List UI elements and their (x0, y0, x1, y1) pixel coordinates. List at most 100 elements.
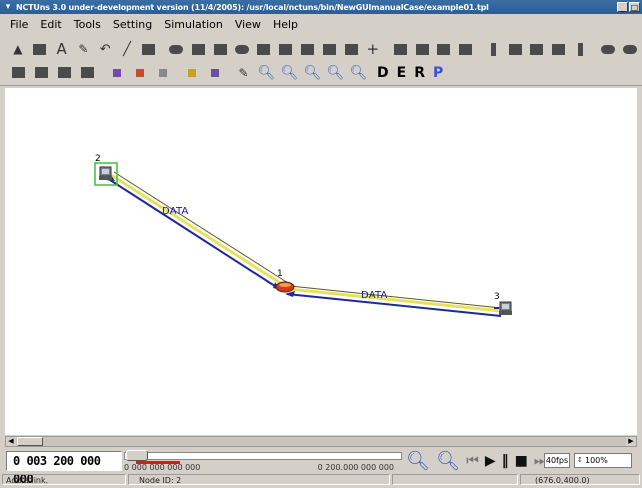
obstacle-icon[interactable] (598, 39, 618, 59)
hub-node-icon[interactable] (139, 39, 159, 59)
router-node-icon[interactable] (188, 39, 208, 59)
draw-mode-button[interactable]: D (377, 65, 389, 81)
optical-node-icon[interactable] (390, 39, 410, 59)
cloud-node-icon[interactable] (620, 39, 640, 59)
bridge-node-icon[interactable] (527, 39, 547, 59)
timeline-start-time: 0 000 000 000 000 (124, 463, 201, 472)
status-message: Add a link. (2, 474, 126, 485)
zoom-field[interactable]: ↕ 100% (574, 453, 632, 468)
open-file-icon[interactable] (31, 63, 52, 83)
horizontal-scrollbar[interactable]: ◀ ▶ (5, 436, 637, 447)
config-icon[interactable] (181, 63, 202, 83)
wizard-icon[interactable] (204, 63, 225, 83)
playback-mode-button[interactable]: P (433, 65, 443, 81)
node-label: 3 (494, 292, 500, 302)
menu-setting[interactable]: Setting (107, 18, 158, 31)
topology-canvas[interactable]: 2 1 3 DATA DATA (5, 88, 637, 435)
zoom-out-icon[interactable]: 🔍︎ (436, 451, 460, 471)
minimize-button[interactable]: _ (617, 2, 628, 12)
edit-mode-button[interactable]: E (397, 65, 407, 81)
window-title: NCTUns 3.0 under-development version (11… (16, 2, 489, 12)
link-label: DATA (162, 206, 189, 217)
zoom-out-icon[interactable]: 🔍︎ (279, 63, 300, 83)
print-icon[interactable] (77, 63, 98, 83)
pause-icon[interactable]: ‖ (502, 454, 509, 468)
menu-bar: File Edit Tools Setting Simulation View … (0, 14, 642, 34)
tower-node-icon[interactable] (483, 39, 503, 59)
switch-node-icon[interactable] (166, 39, 186, 59)
node-1[interactable] (275, 281, 295, 293)
undo-icon[interactable]: ↶ (95, 39, 115, 59)
gateway-node-icon[interactable] (549, 39, 569, 59)
pencil-tool-icon[interactable]: ✎ (73, 39, 93, 59)
ops-node-icon[interactable] (412, 39, 432, 59)
stop-icon[interactable]: ■ (515, 454, 528, 468)
timeline-track[interactable] (124, 452, 402, 460)
node-toolbar: ▲ A ✎ ↶ ╱ + (0, 36, 642, 62)
pole-node-icon[interactable] (571, 39, 591, 59)
zoom-in-icon[interactable]: 🔍︎ (406, 451, 430, 471)
text-tool-icon[interactable]: A (52, 39, 72, 59)
maximize-button[interactable]: □ (629, 2, 640, 12)
zoom-area-icon[interactable]: 🔍︎ (325, 63, 346, 83)
simulation-clock: 0 003 200 000 000 (6, 451, 122, 486)
topology-links (94, 162, 512, 317)
menu-tools[interactable]: Tools (68, 18, 107, 31)
edit-toolbar: ✎ 🔍︎ 🔍︎ 🔍︎ 🔍︎ 🔍︎ D E R P (0, 60, 642, 86)
playback-controls: 0 003 200 000 000 0 000 000 000 000 0 20… (0, 448, 642, 486)
node-label: 1 (277, 269, 283, 279)
zoom-reset-icon[interactable]: 🔍︎ (348, 63, 369, 83)
menu-help[interactable]: Help (267, 18, 304, 31)
gprs-node-icon[interactable] (297, 39, 317, 59)
speed-field[interactable]: 40fps (544, 453, 570, 468)
satellite-node-icon[interactable] (319, 39, 339, 59)
ap-node-icon[interactable] (254, 39, 274, 59)
wlan-node-icon[interactable] (232, 39, 252, 59)
crosshair-node-icon[interactable]: + (363, 39, 383, 59)
zoom-value: 100% (585, 456, 608, 465)
timeline-end-time: 0 200.000 000 000 (317, 463, 394, 472)
scroll-thumb[interactable] (17, 437, 43, 446)
app-window: ▾ NCTUns 3.0 under-development version (… (0, 0, 642, 486)
antenna-node-icon[interactable] (341, 39, 361, 59)
status-node-id: Node ID: 2 (128, 474, 390, 485)
menu-simulation[interactable]: Simulation (158, 18, 229, 31)
scroll-right-icon[interactable]: ▶ (626, 437, 636, 446)
run-mode-button[interactable]: R (414, 65, 425, 81)
menu-edit[interactable]: Edit (34, 18, 67, 31)
cut-icon[interactable] (106, 63, 127, 83)
node-label: 2 (95, 154, 101, 164)
host-node-icon[interactable] (210, 39, 230, 59)
link-1-2[interactable] (106, 171, 289, 291)
zoom-fit-icon[interactable]: 🔍︎ (302, 63, 323, 83)
link-1-3[interactable] (286, 285, 502, 317)
save-file-icon[interactable] (54, 63, 75, 83)
base-station-icon[interactable] (505, 39, 525, 59)
truck-node-icon[interactable] (456, 39, 476, 59)
mobile-node-icon[interactable] (276, 39, 296, 59)
zoom-in-icon[interactable]: 🔍︎ (256, 63, 277, 83)
app-menu-icon[interactable]: ▾ (3, 2, 13, 12)
copy-icon[interactable] (129, 63, 150, 83)
play-icon[interactable]: ▶ (485, 454, 496, 468)
rewind-icon[interactable]: ⏮︎ (466, 454, 479, 468)
status-bar: Add a link. Node ID: 2 (676.0,400.0) (0, 474, 642, 485)
measure-icon[interactable]: ✎ (233, 63, 254, 83)
timeline[interactable]: 0 000 000 000 000 0 200.000 000 000 (124, 450, 402, 472)
paste-icon[interactable] (152, 63, 173, 83)
status-spacer (392, 474, 518, 485)
spinner-icon[interactable]: ↕ (577, 454, 583, 467)
menu-view[interactable]: View (229, 18, 267, 31)
link-tool-icon[interactable]: ╱ (117, 39, 137, 59)
car-node-icon[interactable] (434, 39, 454, 59)
new-file-icon[interactable] (8, 63, 29, 83)
pointer-tool-icon[interactable]: ▲ (8, 39, 28, 59)
scroll-left-icon[interactable]: ◀ (6, 437, 16, 446)
link-label: DATA (361, 290, 388, 301)
status-coordinates: (676.0,400.0) (520, 474, 640, 485)
node-3[interactable] (494, 301, 512, 315)
shape-tool-icon[interactable] (30, 39, 50, 59)
timeline-knob[interactable] (126, 450, 148, 461)
title-bar[interactable]: ▾ NCTUns 3.0 under-development version (… (0, 0, 642, 14)
menu-file[interactable]: File (4, 18, 34, 31)
